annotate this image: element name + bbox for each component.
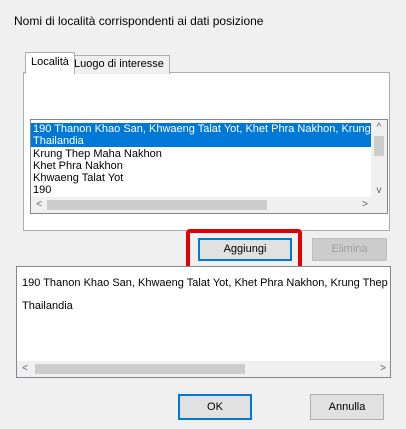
cancel-button[interactable]: Annulla (310, 394, 384, 420)
result-line: Thailandia (22, 300, 73, 312)
scrollbar-corner (371, 197, 387, 213)
delete-button[interactable]: Elimina (312, 238, 387, 261)
scroll-thumb[interactable] (374, 136, 384, 156)
scroll-thumb[interactable] (47, 200, 267, 210)
list-item-selected-cont[interactable]: Thailandia (31, 135, 375, 147)
scroll-left-icon[interactable]: < (31, 197, 47, 213)
list-item[interactable]: Khet Phra Nakhon (33, 160, 123, 172)
list-item[interactable]: 190 (33, 184, 51, 196)
list-item[interactable]: Krung Thep Maha Nakhon (33, 148, 162, 160)
dialog-title: Nomi di località corrispondenti ai dati … (14, 14, 264, 28)
tab-luogo-di-interesse[interactable]: Luogo di interesse (68, 55, 170, 74)
list-item-selected[interactable]: 190 Thanon Khao San, Khwaeng Talat Yot, … (31, 123, 375, 135)
list-content: 190 Thanon Khao San, Khwaeng Talat Yot, … (31, 120, 375, 198)
result-line: 190 Thanon Khao San, Khwaeng Talat Yot, … (22, 277, 391, 289)
location-listbox[interactable]: 190 Thanon Khao San, Khwaeng Talat Yot, … (30, 119, 388, 214)
scroll-right-icon[interactable]: > (375, 361, 390, 377)
ok-button[interactable]: OK (178, 394, 252, 420)
scroll-left-icon[interactable]: < (17, 361, 33, 377)
scroll-up-icon[interactable]: ^ (371, 120, 387, 136)
result-textbox[interactable]: 190 Thanon Khao San, Khwaeng Talat Yot, … (16, 266, 391, 378)
scroll-thumb[interactable] (35, 364, 245, 374)
list-item[interactable]: Khwaeng Talat Yot (33, 172, 123, 184)
result-horizontal-scrollbar[interactable]: < > (17, 361, 390, 377)
list-vertical-scrollbar[interactable]: ^ v (371, 120, 387, 199)
add-button[interactable]: Aggiungi (198, 238, 292, 261)
tab-localita[interactable]: Località (25, 52, 75, 74)
list-horizontal-scrollbar[interactable]: < > (31, 197, 373, 213)
